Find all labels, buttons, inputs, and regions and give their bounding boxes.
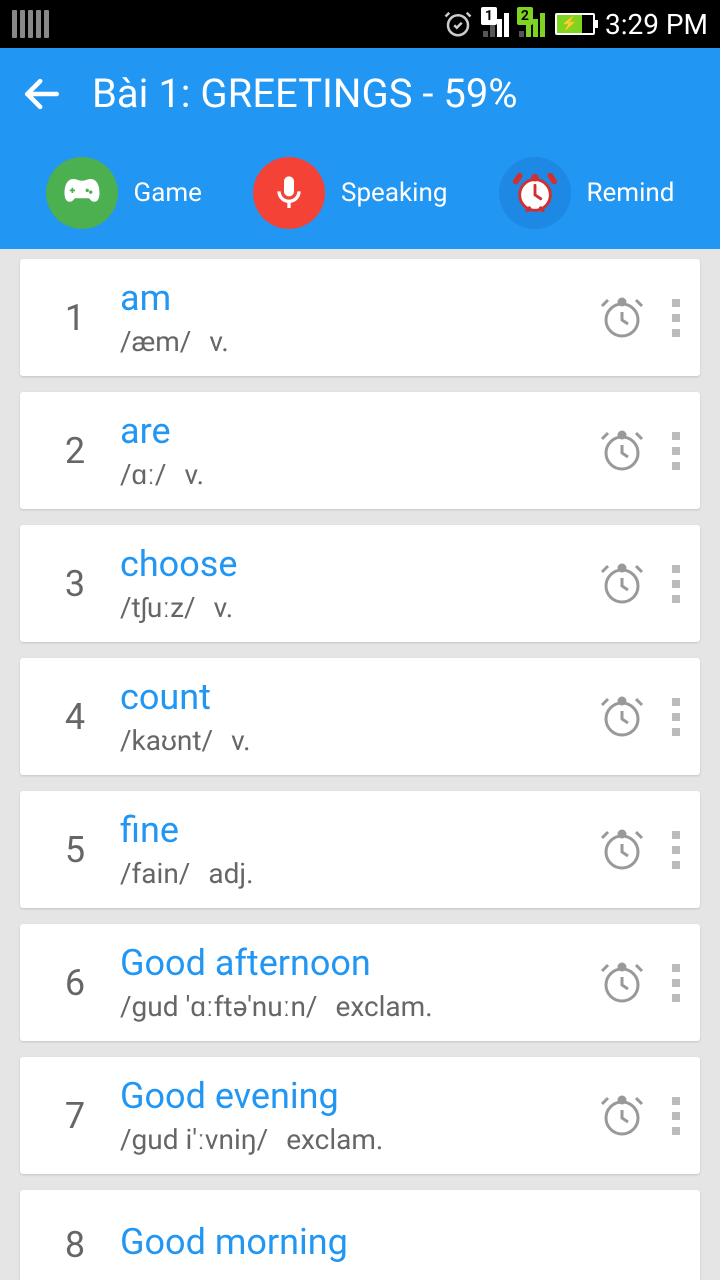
item-phonetic: /fain/adj. [120, 857, 598, 890]
item-body: Good morning [120, 1221, 686, 1269]
item-number: 2 [30, 430, 120, 472]
item-number: 5 [30, 829, 120, 871]
item-phonetic: /ɑː/v. [120, 458, 598, 491]
item-alarm-icon[interactable] [598, 826, 646, 874]
more-icon[interactable] [666, 565, 686, 603]
page-title: Bài 1: GREETINGS - 59% [92, 70, 518, 117]
list-item[interactable]: 2 are /ɑː/v. [20, 392, 700, 509]
item-body: are /ɑː/v. [120, 410, 598, 491]
item-alarm-icon[interactable] [598, 959, 646, 1007]
list-item[interactable]: 1 am /æm/v. [20, 259, 700, 376]
battery-icon: ⚡ [555, 13, 595, 35]
item-phonetic: /æm/v. [120, 325, 598, 358]
speaking-label: Speaking [341, 178, 447, 208]
remind-button[interactable]: Remind [499, 157, 675, 229]
more-icon[interactable] [666, 299, 686, 337]
item-number: 4 [30, 696, 120, 738]
status-left [12, 10, 49, 38]
item-alarm-icon[interactable] [598, 560, 646, 608]
item-phonetic: /tʃuːz/v. [120, 591, 598, 624]
speaking-button[interactable]: Speaking [253, 157, 447, 229]
item-word: Good evening [120, 1075, 598, 1117]
more-icon[interactable] [666, 831, 686, 869]
item-body: count /kaʊnt/v. [120, 676, 598, 757]
remind-label: Remind [587, 178, 675, 208]
status-bar: 1 2 ⚡ 3:29 PM [0, 0, 720, 48]
alarm-status-icon [443, 9, 473, 39]
item-number: 8 [30, 1224, 120, 1266]
item-word: am [120, 277, 598, 319]
game-button[interactable]: Game [46, 157, 202, 229]
item-word: Good morning [120, 1221, 686, 1263]
list-item[interactable]: 7 Good evening /gud i'ːvniŋ/exclam. [20, 1057, 700, 1174]
item-body: fine /fain/adj. [120, 809, 598, 890]
item-body: am /æm/v. [120, 277, 598, 358]
microphone-icon [253, 157, 325, 229]
menu-icon [12, 10, 49, 38]
list-item[interactable]: 3 choose /tʃuːz/v. [20, 525, 700, 642]
item-number: 1 [30, 297, 120, 339]
item-alarm-icon[interactable] [598, 427, 646, 475]
item-number: 3 [30, 563, 120, 605]
item-phonetic: /gud i'ːvniŋ/exclam. [120, 1123, 598, 1156]
signal-sim1: 1 [483, 11, 509, 37]
more-icon[interactable] [666, 432, 686, 470]
more-icon[interactable] [666, 1097, 686, 1135]
list-item[interactable]: 4 count /kaʊnt/v. [20, 658, 700, 775]
list-item[interactable]: 5 fine /fain/adj. [20, 791, 700, 908]
alarm-clock-icon [499, 157, 571, 229]
sim1-badge: 1 [481, 7, 497, 25]
list-item[interactable]: 6 Good afternoon /gud 'ɑːftə'nuːn/exclam… [20, 924, 700, 1041]
item-body: Good evening /gud i'ːvniŋ/exclam. [120, 1075, 598, 1156]
more-icon[interactable] [666, 698, 686, 736]
back-arrow-icon[interactable] [20, 72, 64, 116]
list-item[interactable]: 8 Good morning [20, 1190, 700, 1280]
item-alarm-icon[interactable] [598, 693, 646, 741]
gamepad-icon [46, 157, 118, 229]
item-number: 7 [30, 1095, 120, 1137]
item-phonetic: /kaʊnt/v. [120, 724, 598, 757]
item-phonetic: /gud 'ɑːftə'nuːn/exclam. [120, 990, 598, 1023]
item-word: fine [120, 809, 598, 851]
signal-sim2: 2 [519, 11, 545, 37]
item-alarm-icon[interactable] [598, 294, 646, 342]
item-body: Good afternoon /gud 'ɑːftə'nuːn/exclam. [120, 942, 598, 1023]
game-label: Game [134, 178, 202, 208]
status-time: 3:29 PM [605, 8, 708, 41]
action-row: Game Speaking Remind [20, 145, 700, 249]
item-number: 6 [30, 962, 120, 1004]
item-alarm-icon[interactable] [598, 1092, 646, 1140]
item-word: are [120, 410, 598, 452]
item-word: choose [120, 543, 598, 585]
item-word: count [120, 676, 598, 718]
title-row: Bài 1: GREETINGS - 59% [20, 70, 700, 145]
more-icon[interactable] [666, 964, 686, 1002]
word-list: 1 am /æm/v. 2 are /ɑː/v. 3 choose /tʃuːz… [0, 249, 720, 1280]
sim2-badge: 2 [517, 7, 533, 25]
item-body: choose /tʃuːz/v. [120, 543, 598, 624]
item-word: Good afternoon [120, 942, 598, 984]
app-header: Bài 1: GREETINGS - 59% Game Speaking [0, 48, 720, 249]
